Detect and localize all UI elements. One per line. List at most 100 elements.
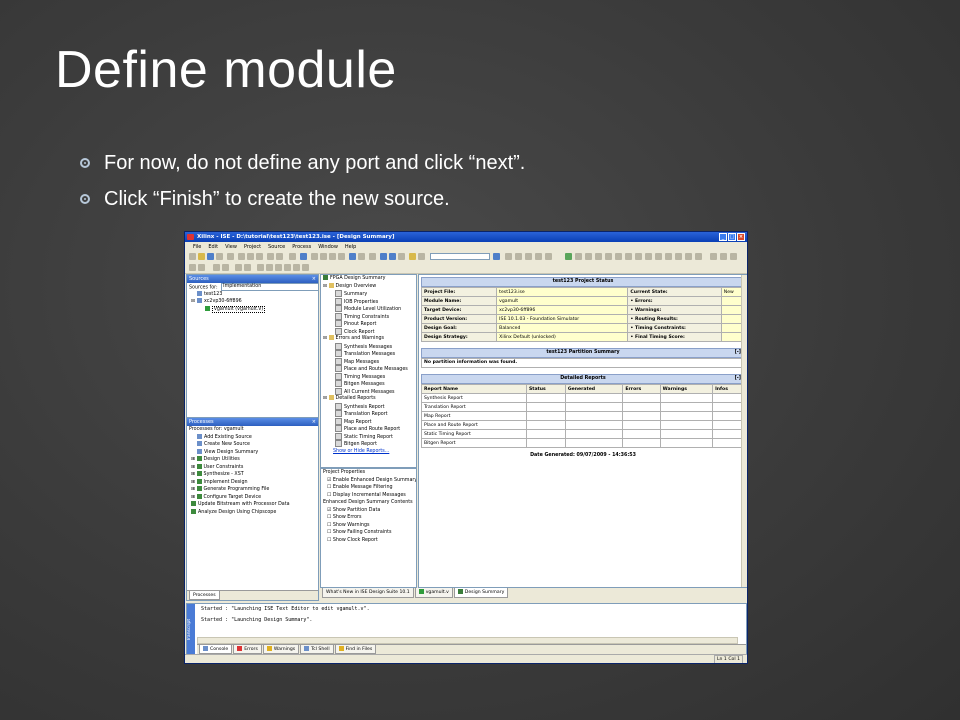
marker-icon[interactable] [635, 253, 642, 260]
property-option[interactable]: ☐ Enable Message Filtering [321, 484, 416, 492]
new-file-icon[interactable] [189, 253, 196, 260]
process-item[interactable]: Update Bitstream with Processor Data [187, 501, 318, 509]
zoom-in-icon[interactable] [311, 253, 318, 260]
column-header[interactable]: Errors [622, 384, 661, 394]
summary-group[interactable]: ⊟ Detailed Reports [321, 395, 416, 403]
process-item[interactable]: ⊞ User Constraints [187, 463, 318, 472]
report-row[interactable]: Map Report [421, 411, 745, 421]
summary-item[interactable]: Bitgen Messages [321, 380, 416, 388]
arrow-icon[interactable] [380, 253, 387, 260]
zoom-out-icon[interactable] [320, 253, 327, 260]
remove-source-icon[interactable] [222, 264, 229, 271]
minimize-button[interactable]: _ [719, 233, 727, 241]
key-icon[interactable] [409, 253, 416, 260]
summary-item[interactable]: Place and Route Messages [321, 365, 416, 373]
search-combo[interactable] [430, 253, 490, 260]
tab-processes[interactable]: Processes [189, 591, 220, 600]
run-icon[interactable] [505, 253, 512, 260]
tree-item-module[interactable]: vgamult (vgamult.v) [187, 305, 318, 314]
tab-design-summary[interactable]: Design Summary [453, 588, 509, 598]
tree-item-device[interactable]: ⊟ xc2vp30-6ff896 [187, 298, 318, 306]
report-name[interactable]: Static Timing Report [421, 429, 527, 439]
open-folder-icon[interactable] [198, 253, 205, 260]
process-item[interactable]: Add Existing Source [187, 433, 318, 442]
copy-icon[interactable] [247, 253, 254, 260]
tree-item-project[interactable]: test123 [187, 290, 318, 299]
zoom-icon[interactable] [525, 253, 532, 260]
tab-console[interactable]: Console [199, 645, 233, 654]
summary-group[interactable]: ⊟ Design Overview [321, 282, 416, 291]
menu-file[interactable]: File [193, 244, 201, 250]
report-row[interactable]: Synthesis Report [421, 393, 745, 403]
add-source-icon[interactable] [213, 264, 220, 271]
report-name[interactable]: Bitgen Report [421, 438, 527, 448]
tab-whats-new[interactable]: What's New in ISE Design Suite 10.1 [322, 588, 414, 598]
summary-item[interactable]: IOB Properties [321, 297, 416, 306]
back-icon[interactable] [189, 264, 196, 271]
maximize-button[interactable]: □ [728, 233, 736, 241]
vertical-scrollbar[interactable] [741, 275, 747, 587]
compare-icon[interactable] [235, 264, 242, 271]
report-name[interactable]: Place and Route Report [421, 420, 527, 430]
report-name[interactable]: Synthesis Report [421, 393, 527, 403]
show-hide-reports-link[interactable]: Show or Hide Reports... [321, 448, 416, 456]
close-panel-icon[interactable]: × [312, 275, 316, 283]
find-icon[interactable] [289, 253, 296, 260]
report-row[interactable]: Translation Report [421, 402, 745, 412]
process-item[interactable]: Create New Source [187, 441, 318, 449]
schematic-icon[interactable] [565, 253, 572, 260]
summary-item[interactable]: Synthesis Messages [321, 342, 416, 351]
outdent-icon[interactable] [266, 264, 273, 271]
report-row[interactable]: Bitgen Report [421, 438, 745, 448]
cut-icon[interactable] [238, 253, 245, 260]
probe-icon[interactable] [645, 253, 652, 260]
tab-errors[interactable]: Errors [233, 645, 262, 654]
tab-tcl-shell[interactable]: Tcl Shell [300, 645, 334, 654]
report-name[interactable]: Map Report [421, 411, 527, 421]
symbol-icon[interactable] [575, 253, 582, 260]
net-icon[interactable] [605, 253, 612, 260]
arrange-icon[interactable] [358, 253, 365, 260]
template-icon[interactable] [302, 264, 309, 271]
cascade-icon[interactable] [338, 253, 345, 260]
summary-item[interactable]: Static Timing Report [321, 432, 416, 441]
language-icon[interactable] [293, 264, 300, 271]
summary-item[interactable]: Map Report [321, 417, 416, 426]
summary-item[interactable]: Map Messages [321, 357, 416, 366]
property-option[interactable]: ☐ Show Warnings [321, 522, 416, 530]
tab-warnings[interactable]: Warnings [262, 645, 300, 654]
undo-icon[interactable] [267, 253, 274, 260]
column-header[interactable]: Report Name [421, 384, 527, 394]
paste-icon[interactable] [256, 253, 263, 260]
menu-edit[interactable]: Edit [208, 244, 218, 250]
bus-icon[interactable] [595, 253, 602, 260]
forward-icon[interactable] [198, 264, 205, 271]
menu-view[interactable]: View [225, 244, 237, 250]
redo-icon[interactable] [276, 253, 283, 260]
window-icon[interactable] [300, 253, 307, 260]
bookmark-icon[interactable] [329, 253, 336, 260]
stop-icon[interactable] [389, 253, 396, 260]
cross-icon[interactable] [655, 253, 662, 260]
tile-icon[interactable] [349, 253, 356, 260]
column-header[interactable]: Infos [712, 384, 745, 394]
stop-process-icon[interactable] [515, 253, 522, 260]
summary-item[interactable]: Summary [321, 290, 416, 298]
menu-process[interactable]: Process [292, 244, 311, 250]
pin-icon[interactable] [625, 253, 632, 260]
summary-root[interactable]: FPGA Design Summary [321, 275, 416, 283]
process-item[interactable]: ⊞ Implement Design [187, 478, 318, 487]
refresh-icon[interactable] [398, 253, 405, 260]
zoom-area-icon[interactable] [535, 253, 542, 260]
summary-group[interactable]: ⊟ Errors and Warnings [321, 335, 416, 343]
process-item[interactable]: Analyze Design Using Chipscope [187, 508, 318, 517]
process-item[interactable]: ⊞ Configure Target Device [187, 493, 318, 502]
horizontal-scrollbar[interactable] [197, 637, 738, 644]
help-icon[interactable] [493, 253, 500, 260]
uncomment-icon[interactable] [284, 264, 291, 271]
nav-left-icon[interactable] [710, 253, 717, 260]
summary-item[interactable]: Clock Report [321, 327, 416, 336]
summary-item[interactable]: Bitgen Report [321, 440, 416, 448]
property-option[interactable]: ☑ Show Partition Data [321, 507, 416, 515]
report-row[interactable]: Place and Route Report [421, 420, 745, 430]
